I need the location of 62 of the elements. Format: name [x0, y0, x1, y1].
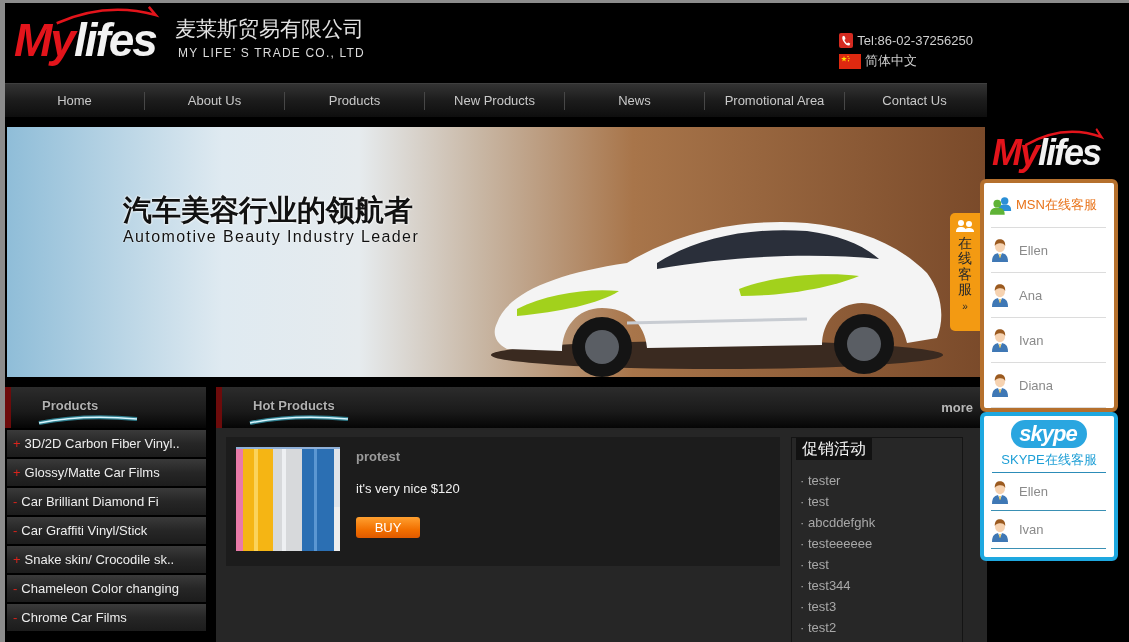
online-service-tab[interactable]: 在线客服 »	[950, 213, 980, 331]
category-link[interactable]: - Chameleon Color changing	[7, 575, 206, 602]
banner-subtitle: Automotive Beauty Industry Leader	[123, 228, 420, 246]
bullet-marker: -	[13, 610, 18, 625]
nav-link[interactable]: News	[565, 84, 704, 117]
promo-title: 促销活动	[796, 438, 872, 460]
category-link[interactable]: + Glossy/Matte Car Films	[7, 459, 206, 486]
product-description: it's very nice $120	[356, 481, 460, 496]
section-title: Products	[42, 398, 99, 413]
bullet-marker: +	[13, 436, 21, 451]
section-title: Hot Products	[253, 398, 335, 413]
promo-link[interactable]: · test	[796, 554, 829, 575]
wave-icon	[249, 413, 349, 425]
promo-link[interactable]: · tester	[796, 470, 841, 491]
phone-number: Tel:86-02-37256250	[857, 33, 973, 48]
agent-link[interactable]: Ana	[991, 272, 1106, 317]
phone-icon	[839, 33, 854, 48]
promo-link[interactable]: · test3	[796, 596, 837, 617]
skype-logo: skype	[1011, 420, 1087, 448]
bullet-marker: +	[13, 552, 21, 567]
bullet-marker: -	[13, 581, 18, 596]
wave-icon	[38, 413, 138, 425]
avatar-icon	[991, 238, 1009, 262]
category-link[interactable]: - Car Brilliant Diamond Fi	[7, 488, 206, 515]
company-name-english: MY LIFE’ S TRADE CO., LTD	[177, 46, 365, 60]
agent-link[interactable]: Diana	[991, 362, 1106, 408]
people-icon	[989, 195, 1013, 215]
flag-icon	[839, 53, 862, 69]
promo-link[interactable]: · test	[796, 491, 829, 512]
avatar-icon	[991, 479, 1009, 504]
bullet-marker: -	[13, 523, 18, 538]
language-link[interactable]: 简体中文	[865, 52, 918, 70]
nav-link[interactable]: New Products	[425, 84, 564, 117]
product-name: protest	[356, 449, 401, 464]
category-link[interactable]: - Chrome Car Films	[7, 604, 206, 631]
nav-link[interactable]: About Us	[145, 84, 284, 117]
category-link[interactable]: + Snake skin/ Crocodile sk..	[7, 546, 206, 573]
bullet-marker: +	[13, 465, 21, 480]
promo-link[interactable]: · test344	[796, 575, 851, 596]
avatar-icon	[991, 373, 1009, 397]
avatar-icon	[991, 517, 1009, 542]
msn-title: MSN在线客服	[1016, 196, 1097, 214]
promo-link[interactable]: · abcddefghk	[796, 512, 876, 533]
banner-headline: 汽车美容行业的领航者	[123, 193, 413, 227]
nav-link[interactable]: Promotional Area	[705, 84, 844, 117]
more-link[interactable]: more	[941, 400, 973, 415]
avatar-icon	[991, 328, 1009, 352]
avatar-icon	[991, 283, 1009, 307]
category-link[interactable]: + 3D/2D Carbon Fiber Vinyl..	[7, 430, 206, 457]
category-link[interactable]: - Car Graffiti Vinyl/Stick	[7, 517, 206, 544]
nav-link[interactable]: Contact Us	[845, 84, 984, 117]
logo[interactable]: Mylifes	[992, 127, 1106, 171]
bullet-marker: -	[13, 494, 18, 509]
nav-link[interactable]: Home	[5, 84, 144, 117]
people-icon	[956, 219, 974, 232]
skype-title: SKYPE在线客服	[992, 451, 1106, 473]
promo-link[interactable]: · test2	[796, 617, 837, 638]
promo-link[interactable]: · testeeeeee	[796, 533, 873, 554]
nav-link[interactable]: Products	[285, 84, 424, 117]
agent-link[interactable]: Ivan	[991, 317, 1106, 362]
agent-link[interactable]: Ivan	[991, 511, 1106, 549]
company-name: 麦莱斯贸易有限公司	[174, 16, 365, 42]
